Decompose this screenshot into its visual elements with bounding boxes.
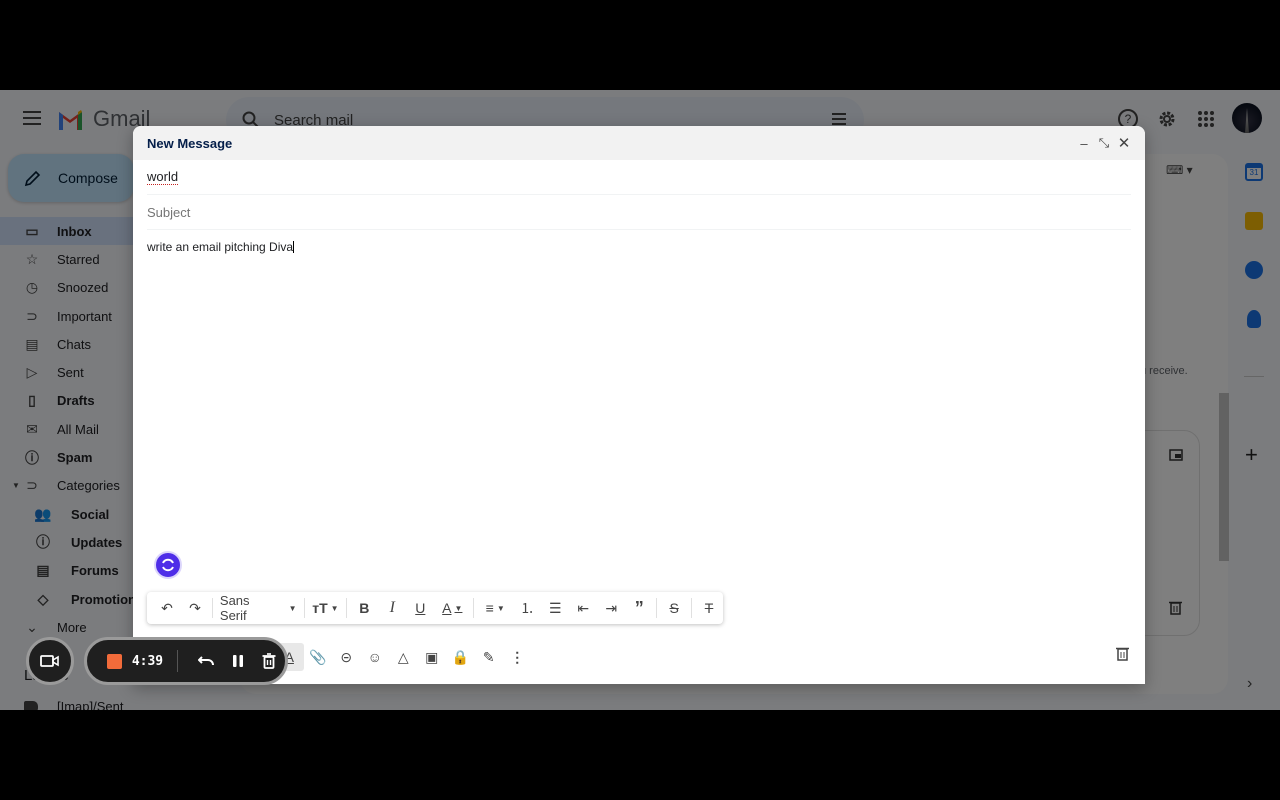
- text-color-button[interactable]: A ▼: [434, 594, 470, 622]
- ai-assistant-button[interactable]: [154, 551, 182, 579]
- toolbar-divider: [212, 598, 213, 618]
- insert-photo-icon[interactable]: ▣: [418, 643, 447, 671]
- compose-header[interactable]: New Message – ⤡ ✕: [133, 126, 1145, 160]
- undo-button[interactable]: ↶: [153, 594, 181, 622]
- delete-recording-button[interactable]: [253, 647, 285, 675]
- numbered-list-button[interactable]: ⒈: [513, 594, 541, 622]
- text-cursor: [293, 241, 295, 253]
- insert-emoji-icon[interactable]: ☺: [361, 643, 390, 671]
- font-size-button[interactable]: тT ▼: [307, 594, 343, 622]
- font-family-value: Sans Serif: [219, 593, 250, 623]
- attach-file-icon[interactable]: 📎: [304, 643, 333, 671]
- toolbar-divider: [346, 598, 348, 618]
- video-camera-icon: [40, 655, 59, 667]
- redo-button[interactable]: ↷: [181, 594, 209, 622]
- subject-field[interactable]: Subject: [147, 195, 1131, 230]
- italic-button[interactable]: I: [378, 594, 406, 622]
- more-options-icon[interactable]: ⋮: [503, 643, 532, 671]
- insert-signature-icon[interactable]: ✎: [475, 643, 504, 671]
- exit-fullscreen-icon[interactable]: ⤡: [1097, 135, 1111, 151]
- recording-timer: 4:39: [131, 653, 164, 669]
- toolbar-divider: [691, 598, 693, 618]
- insert-drive-icon[interactable]: △: [389, 643, 418, 671]
- bold-button[interactable]: B: [350, 594, 378, 622]
- restart-recording-button[interactable]: [190, 647, 222, 675]
- minimize-icon[interactable]: –: [1077, 136, 1091, 151]
- recording-controls: 4:39: [84, 637, 288, 685]
- compose-title: New Message: [147, 135, 233, 151]
- toolbar-divider: [303, 598, 305, 618]
- indent-less-button[interactable]: ⇤: [569, 594, 597, 622]
- font-family-select[interactable]: Sans Serif ▼: [216, 593, 301, 623]
- align-button[interactable]: ≡ ▼: [477, 594, 513, 622]
- formatting-toolbar: ↶ ↷ Sans Serif ▼ тT ▼ B I U A ▼ ≡ ▼ ⒈ ☰ ⇤ ⇥ …: [147, 592, 723, 624]
- confidential-mode-icon[interactable]: 🔒: [446, 643, 475, 671]
- toolbar-divider: [656, 598, 658, 618]
- undo-arrow-icon: [197, 656, 214, 666]
- recipient-chip[interactable]: world: [147, 169, 179, 185]
- remove-formatting-button[interactable]: T: [695, 594, 723, 622]
- bulleted-list-button[interactable]: ☰: [541, 594, 569, 622]
- close-icon[interactable]: ✕: [1117, 134, 1131, 152]
- message-body[interactable]: write an email pitching Diva: [147, 240, 1131, 254]
- compose-window: New Message – ⤡ ✕ world Subject write an…: [133, 126, 1145, 684]
- insert-link-icon[interactable]: ⊝: [332, 643, 361, 671]
- dropdown-arrow-icon: ▼: [288, 603, 297, 613]
- camera-toggle-button[interactable]: [26, 637, 74, 685]
- subject-input[interactable]: Subject: [147, 205, 190, 220]
- toolbar-divider: [473, 598, 475, 618]
- trash-icon: [262, 653, 276, 669]
- recorder-divider: [177, 650, 179, 672]
- pause-recording-button[interactable]: [222, 647, 254, 675]
- discard-draft-icon[interactable]: [1116, 646, 1129, 666]
- underline-button[interactable]: U: [406, 594, 434, 622]
- stop-recording-button[interactable]: [107, 653, 122, 669]
- quote-button[interactable]: ”: [625, 594, 653, 622]
- loading-spinner-icon: [162, 558, 174, 572]
- to-field[interactable]: world: [147, 160, 1131, 195]
- strikethrough-button[interactable]: S: [660, 594, 688, 622]
- body-text: write an email pitching Diva: [147, 240, 294, 254]
- pause-icon: [232, 655, 243, 667]
- indent-more-button[interactable]: ⇥: [597, 594, 625, 622]
